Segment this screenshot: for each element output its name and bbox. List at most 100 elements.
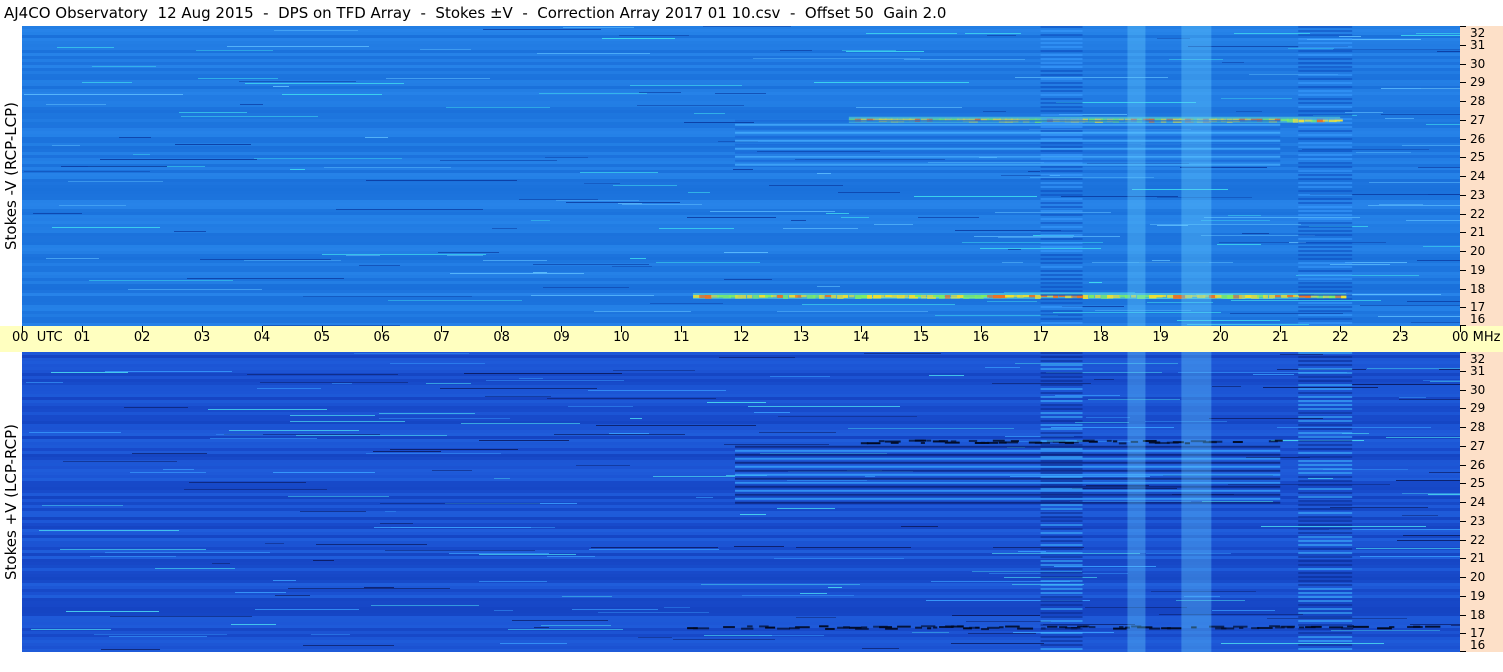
vertical-stripe-row [1298,166,1353,168]
band-segment [915,295,922,298]
vertical-stripe-row [1298,620,1353,622]
vertical-stripe-row [1040,246,1083,248]
bottom-freq-label: 30 [1470,382,1486,397]
signal-streak [1002,262,1023,263]
signal-streak [1008,249,1021,250]
signal-streak [638,637,672,638]
noise-row [22,41,1460,44]
signal-streak [1429,472,1460,473]
vertical-stripe-row [1040,436,1083,438]
vertical-stripe-row [1040,278,1083,280]
vertical-stripe-row [1040,472,1083,474]
signal-streak [1204,217,1360,218]
bottom-freq-tick [1460,352,1466,353]
vertical-stripe-row [1298,564,1353,566]
band-segment [1161,295,1167,298]
vertical-stripe-row [1298,106,1353,108]
band-segment [837,295,844,299]
vertical-stripe-row [1040,560,1083,562]
vertical-stripe-row [1298,608,1353,610]
signal-streak [842,50,896,51]
noise-row [22,568,1460,571]
noise-row [22,200,1460,203]
vertical-stripe-row [1298,532,1353,534]
noise-row [22,526,1460,529]
bottom-freq-label: 16 [1470,638,1486,652]
vertical-stripe-row [1298,584,1353,586]
vertical-stripe-row [1040,480,1083,482]
top-freq-tick [1460,270,1466,271]
signal-streak [935,315,1058,316]
bottom-freq-tick [1460,371,1466,372]
vertical-stripe-row [1040,314,1083,316]
noise-row [22,182,1460,185]
vertical-stripe-row [1298,258,1353,260]
noise-row [22,170,1460,173]
signal-streak [1410,624,1460,625]
band-segment [855,295,862,299]
signal-streak [380,503,540,504]
vertical-glow [1181,26,1212,326]
signal-streak [1089,282,1102,283]
signal-streak [42,505,123,506]
vertical-stripe-row [1040,30,1083,32]
signal-streak [1368,205,1460,206]
noise-row [22,412,1460,415]
vertical-stripe-row [1298,194,1353,196]
top-freq-tick [1460,176,1466,177]
signal-streak [1267,618,1407,619]
bottom-freq-tick [1460,427,1466,428]
bottom-freq-tick [1460,596,1466,597]
signal-streak [848,428,1014,429]
signal-streak [1150,224,1301,225]
signal-streak [1378,316,1460,317]
noise-row [22,38,1460,41]
top-freq-label: 23 [1470,187,1486,202]
noise-row [22,245,1460,248]
vertical-stripe-row [1298,496,1353,498]
vertical-stripe-row [1298,218,1353,220]
vertical-stripe-row [1298,210,1353,212]
vertical-stripe-row [1298,90,1353,92]
vertical-stripe-row [1298,54,1353,56]
dark-band-segment [1287,626,1294,629]
vertical-stripe-row [1040,254,1083,256]
signal-streak [66,611,159,612]
vertical-stripe-row [1298,404,1353,406]
vertical-stripe-row [1040,42,1083,44]
signal-streak [966,621,1051,622]
vertical-stripe-row [1040,464,1083,466]
vertical-stripe-row [1040,588,1083,590]
vertical-stripe-row [1298,504,1353,506]
signal-streak [992,383,1091,384]
signal-streak [300,511,366,512]
vertical-stripe-row [1040,648,1083,650]
vertical-stripe-row [1298,648,1353,650]
vertical-stripe-row [1298,416,1353,418]
vertical-stripe-row [1298,286,1353,288]
vertical-stripe-row [1040,138,1083,140]
vertical-stripe-row [1040,412,1083,414]
vertical-stripe-row [1298,294,1353,296]
vertical-stripe-row [1040,290,1083,292]
signal-streak [39,530,179,531]
vertical-stripe-row [1040,572,1083,574]
vertical-stripe-row [1298,512,1353,514]
vertical-stripe-row [1040,302,1083,304]
vertical-stripe-row [1040,90,1083,92]
top-freq-label: 22 [1470,206,1486,221]
vertical-stripe-row [1298,262,1353,264]
time-label: 14 [852,330,870,345]
signal-streak [734,546,784,547]
signal-streak [440,388,597,389]
vertical-stripe-row [1298,376,1353,378]
dark-band-segment [861,626,868,629]
vertical-stripe-row [1040,214,1083,216]
top-freq-tick [1460,139,1466,140]
vertical-stripe-row [1298,528,1353,530]
vertical-stripe-row [1040,540,1083,542]
bottom-freq-tick [1460,615,1466,616]
signal-streak [598,612,709,613]
band-segment [783,295,789,299]
vertical-stripe-row [1298,306,1353,308]
